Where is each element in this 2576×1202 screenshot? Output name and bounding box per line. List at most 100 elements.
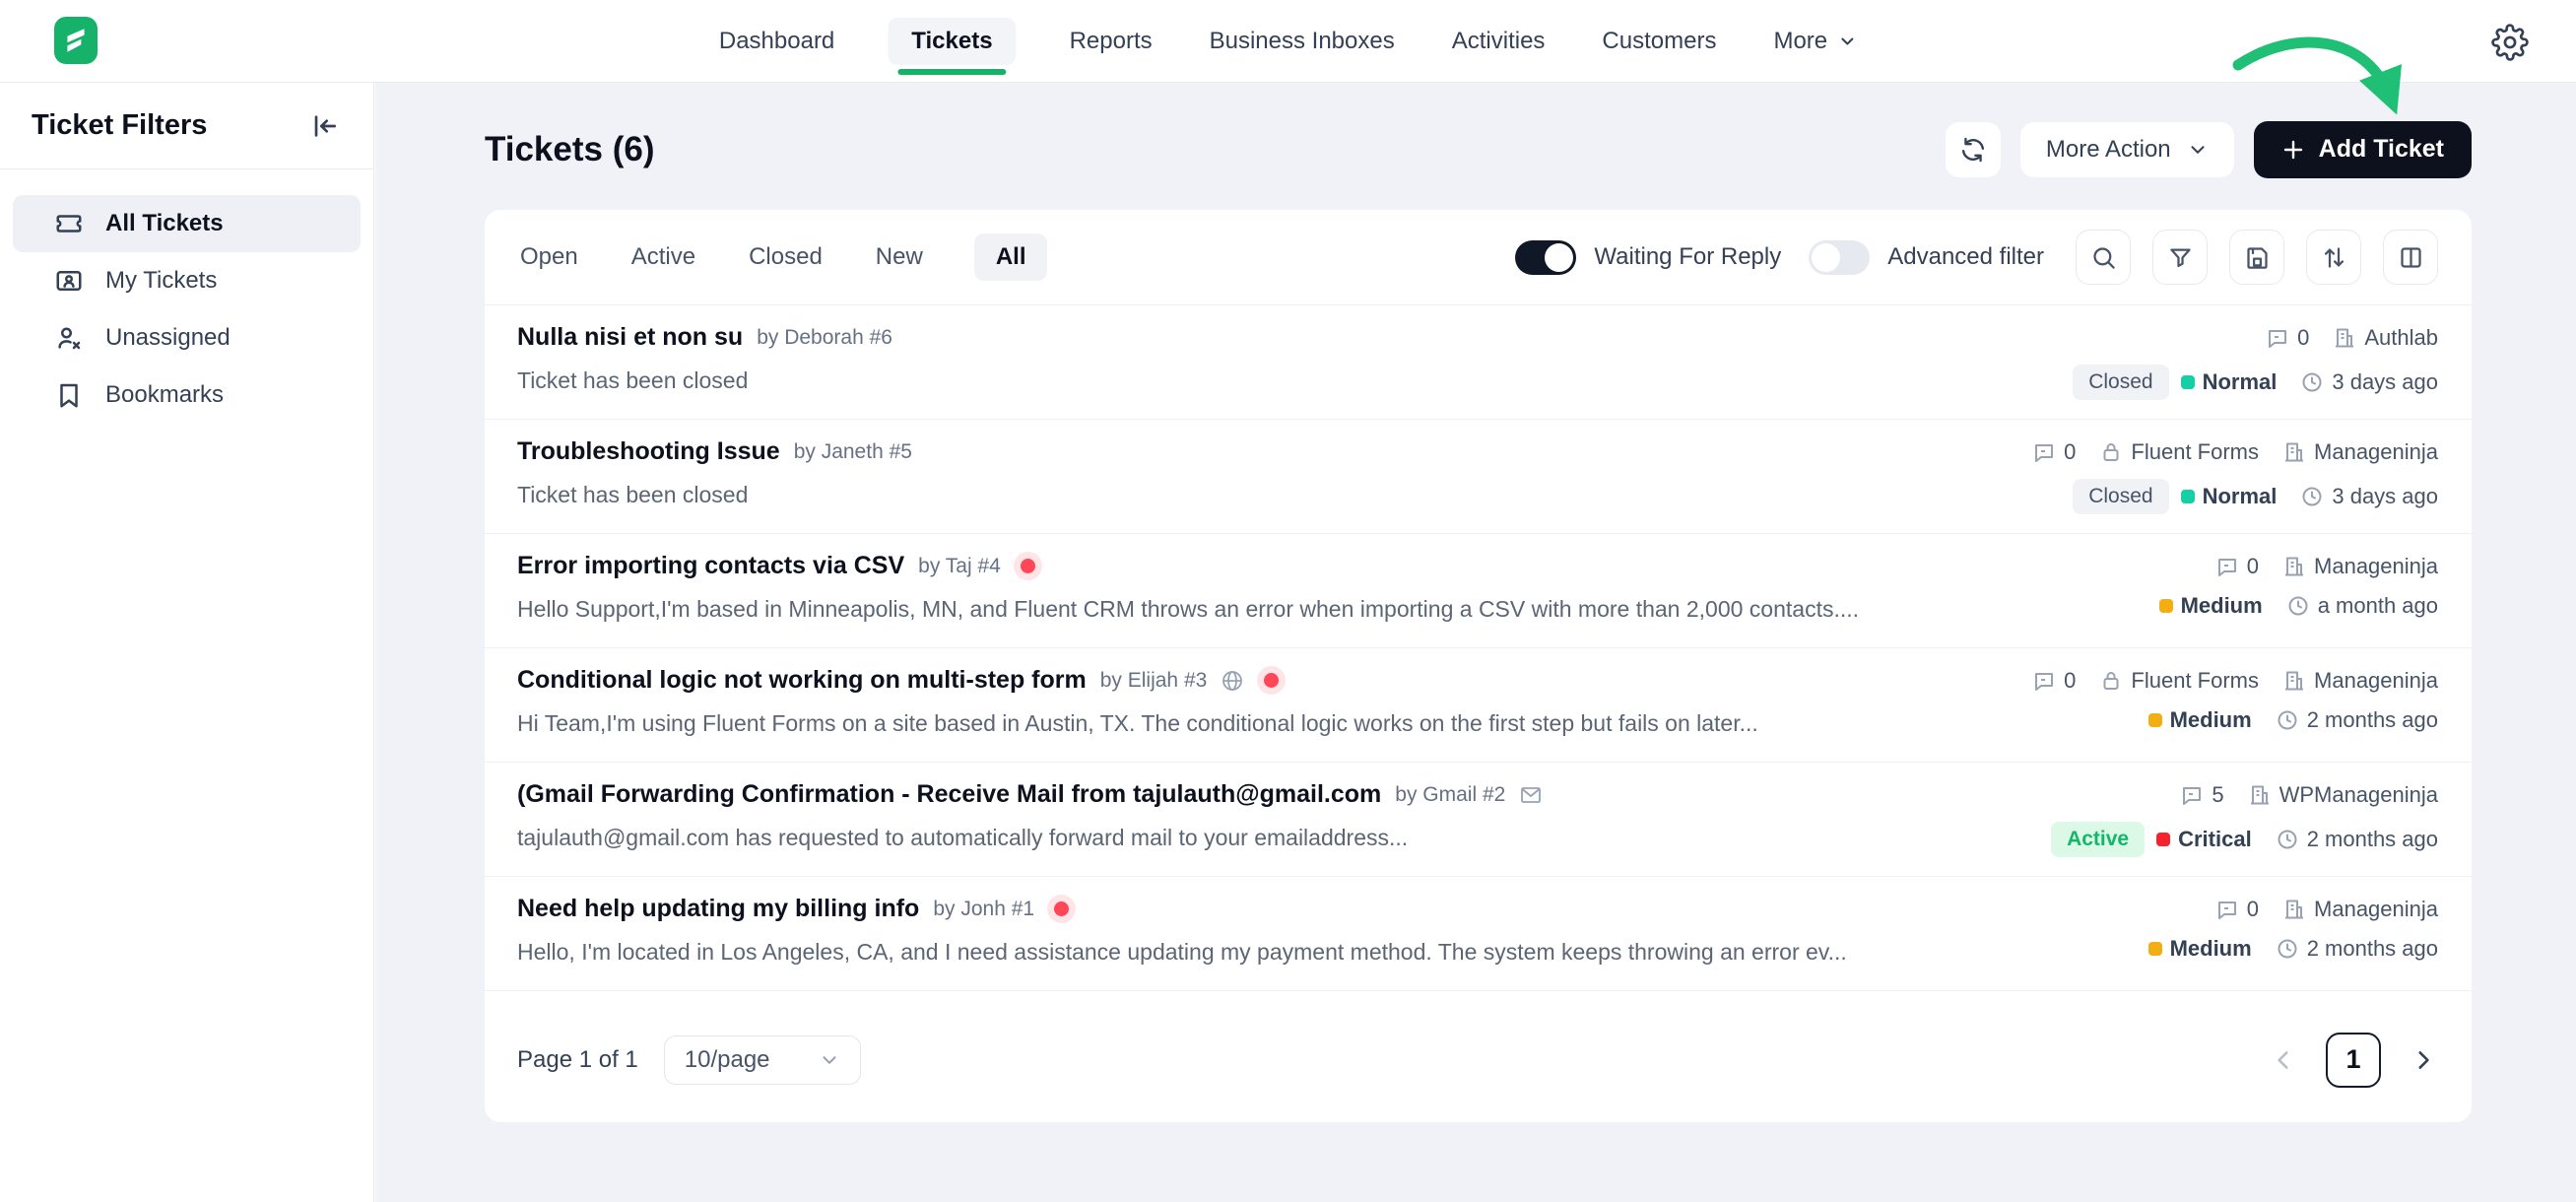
ticket-title[interactable]: Troubleshooting Issue [517,437,780,466]
waiting-for-reply-toggle[interactable] [1515,240,1576,275]
nav-reports[interactable]: Reports [1066,18,1156,65]
ticket-time: 2 months ago [2307,707,2438,733]
sidebar-item-label: Unassigned [105,324,231,352]
replies-count: 5 [2212,782,2223,808]
nav-dashboard[interactable]: Dashboard [715,18,838,65]
tab-new[interactable]: New [874,234,925,281]
company-name: Manageninja [2314,668,2438,694]
active-tab-underline [897,69,1006,75]
tickets-toolbar: Open Active Closed New All Waiting For R… [485,210,2472,305]
replies-count: 0 [2297,325,2309,351]
company-icon [2282,555,2306,578]
plus-icon [2281,138,2305,162]
ticket-title[interactable]: Nulla nisi et non su [517,323,743,352]
page-title: Tickets (6) [485,130,655,169]
nav-label: Dashboard [719,28,834,55]
ticket-meta: 5 WPManageninja Active Critical 2 months… [2051,780,2438,876]
waiting-for-reply-label: Waiting For Reply [1594,243,1781,271]
ticket-row[interactable]: (Gmail Forwarding Confirmation - Receive… [485,763,2472,877]
more-action-button[interactable]: More Action [2020,122,2234,177]
nav-tickets[interactable]: Tickets [888,18,1016,65]
chevron-down-icon [2187,139,2209,161]
replies-count: 0 [2247,554,2259,579]
ticket-snippet: Hello, I'm located in Los Angeles, CA, a… [517,939,1847,966]
priority-dot [2181,375,2195,389]
tab-all[interactable]: All [974,234,1048,281]
main-content: Tickets (6) More Action Add Ticket Open [375,83,2576,1202]
ticket-main: Conditional logic not working on multi-s… [517,666,1758,762]
product-lock-icon [2099,669,2123,693]
ticket-row[interactable]: Nulla nisi et non su by Deborah #6 Ticke… [485,305,2472,420]
priority-label: Normal [2203,484,2278,509]
sidebar-item-my-tickets[interactable]: My Tickets [13,252,361,309]
status-badge: Closed [2073,479,2168,514]
tab-active[interactable]: Active [629,234,697,281]
sidebar-item-label: All Tickets [105,210,224,237]
product-lock-icon [2099,440,2123,464]
ticket-title[interactable]: Need help updating my billing info [517,895,919,923]
more-action-label: More Action [2046,136,2171,164]
ticket-row[interactable]: Need help updating my billing info by Jo… [485,877,2472,991]
ticket-time: 2 months ago [2307,936,2438,962]
ticket-meta: 0 Fluent Forms Manageninja Medium 2 mont… [2032,666,2438,762]
replies-icon [2032,669,2056,693]
ticket-main: (Gmail Forwarding Confirmation - Receive… [517,780,1543,876]
collapse-sidebar-icon[interactable] [308,110,340,142]
columns-button[interactable] [2383,230,2438,285]
sidebar-item-bookmarks[interactable]: Bookmarks [13,367,361,424]
refresh-button[interactable] [1946,122,2001,177]
nav-label: Reports [1070,28,1153,55]
save-icon [2244,244,2271,271]
product-name: Fluent Forms [2131,668,2259,694]
status-badge: Active [2051,822,2145,857]
unread-dot-icon [1021,559,1035,573]
toggle-knob [1812,243,1840,272]
clock-icon [2300,370,2324,394]
ticket-row[interactable]: Troubleshooting Issue by Janeth #5 Ticke… [485,420,2472,534]
logo-icon [63,26,89,55]
company-name: Manageninja [2314,897,2438,922]
add-ticket-label: Add Ticket [2319,135,2444,164]
ticket-snippet: Ticket has been closed [517,482,912,508]
sidebar-item-all-tickets[interactable]: All Tickets [13,195,361,252]
company-name: Manageninja [2314,554,2438,579]
ticket-title[interactable]: (Gmail Forwarding Confirmation - Receive… [517,780,1381,809]
page-number-button[interactable]: 1 [2326,1033,2381,1088]
next-page-icon[interactable] [2411,1047,2436,1073]
chevron-down-icon [819,1049,840,1071]
tab-closed[interactable]: Closed [747,234,825,281]
replies-icon [2032,440,2056,464]
sort-button[interactable] [2306,230,2361,285]
ticket-main: Need help updating my billing info by Jo… [517,895,1847,990]
company-name: WPManageninja [2279,782,2438,808]
ticket-snippet: Ticket has been closed [517,367,892,394]
nav-more[interactable]: More [1769,18,1861,65]
unread-dot-icon [1054,902,1069,916]
advanced-filter-toggle[interactable] [1809,240,1870,275]
priority-dot [2148,942,2162,956]
add-ticket-button[interactable]: Add Ticket [2254,121,2472,178]
ticket-row[interactable]: Conditional logic not working on multi-s… [485,648,2472,763]
ticket-snippet: Hi Team,I'm using Fluent Forms on a site… [517,710,1758,737]
top-navigation-bar: Dashboard Tickets Reports Business Inbox… [0,0,2576,83]
ticket-title[interactable]: Conditional logic not working on multi-s… [517,666,1087,695]
sidebar-item-unassigned[interactable]: Unassigned [13,309,361,367]
nav-business-inboxes[interactable]: Business Inboxes [1206,18,1399,65]
user-x-icon [54,323,84,353]
page-header: Tickets (6) More Action Add Ticket [375,83,2576,210]
per-page-select[interactable]: 10/page [664,1035,861,1085]
prev-page-icon[interactable] [2271,1047,2296,1073]
ticket-time: 3 days ago [2332,369,2438,395]
ticket-time: 3 days ago [2332,484,2438,509]
settings-gear-icon[interactable] [2491,24,2529,61]
nav-activities[interactable]: Activities [1448,18,1550,65]
tab-open[interactable]: Open [518,234,580,281]
ticket-title[interactable]: Error importing contacts via CSV [517,552,904,580]
sidebar-header: Ticket Filters [0,83,373,169]
save-view-button[interactable] [2229,230,2284,285]
ticket-row[interactable]: Error importing contacts via CSV by Taj … [485,534,2472,648]
search-button[interactable] [2076,230,2131,285]
filter-button[interactable] [2152,230,2208,285]
fluent-support-logo[interactable] [54,17,98,64]
nav-customers[interactable]: Customers [1598,18,1720,65]
